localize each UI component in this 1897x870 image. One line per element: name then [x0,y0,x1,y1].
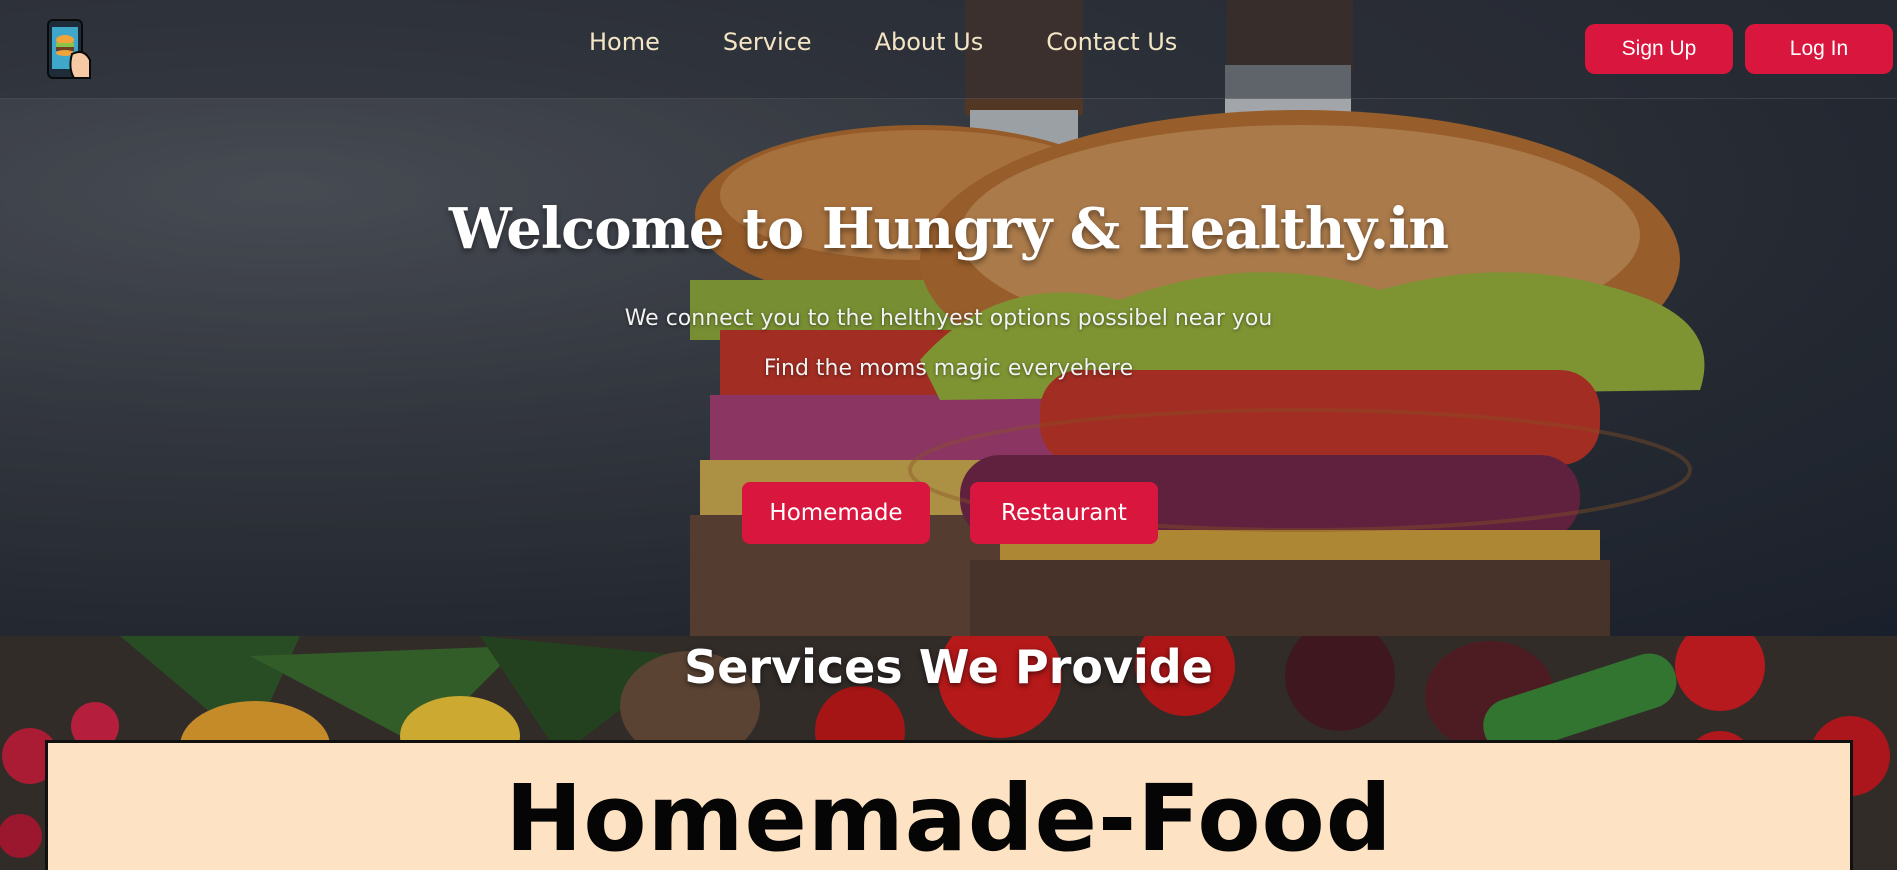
hero-subtitle: We connect you to the helthyest options … [624,306,1273,331]
service-card-title: Homemade-Food [505,765,1393,870]
hero-tagline: Find the moms magic everyehere [763,356,1134,381]
phone-burger-icon[interactable] [44,18,94,82]
top-navbar: Home Service About Us Contact Us Sign Up… [0,0,1897,99]
log-in-button[interactable]: Log In [1745,24,1893,74]
nav-link-contact-us[interactable]: Contact Us [1046,24,1177,60]
nav-link-about-us[interactable]: About Us [875,24,984,60]
nav-link-home[interactable]: Home [589,24,660,60]
sign-up-button[interactable]: Sign Up [1585,24,1733,74]
hero-title: Welcome to Hungry & Healthy.in [448,196,1449,262]
homemade-food-card: Homemade-Food [45,740,1853,870]
nav-link-service[interactable]: Service [723,24,812,60]
services-section: Services We Provide Homemade-Food [0,636,1897,870]
services-heading: Services We Provide [684,640,1213,694]
restaurant-button[interactable]: Restaurant [970,482,1158,544]
homemade-button[interactable]: Homemade [742,482,930,544]
nav-links: Home Service About Us Contact Us [589,24,1177,60]
